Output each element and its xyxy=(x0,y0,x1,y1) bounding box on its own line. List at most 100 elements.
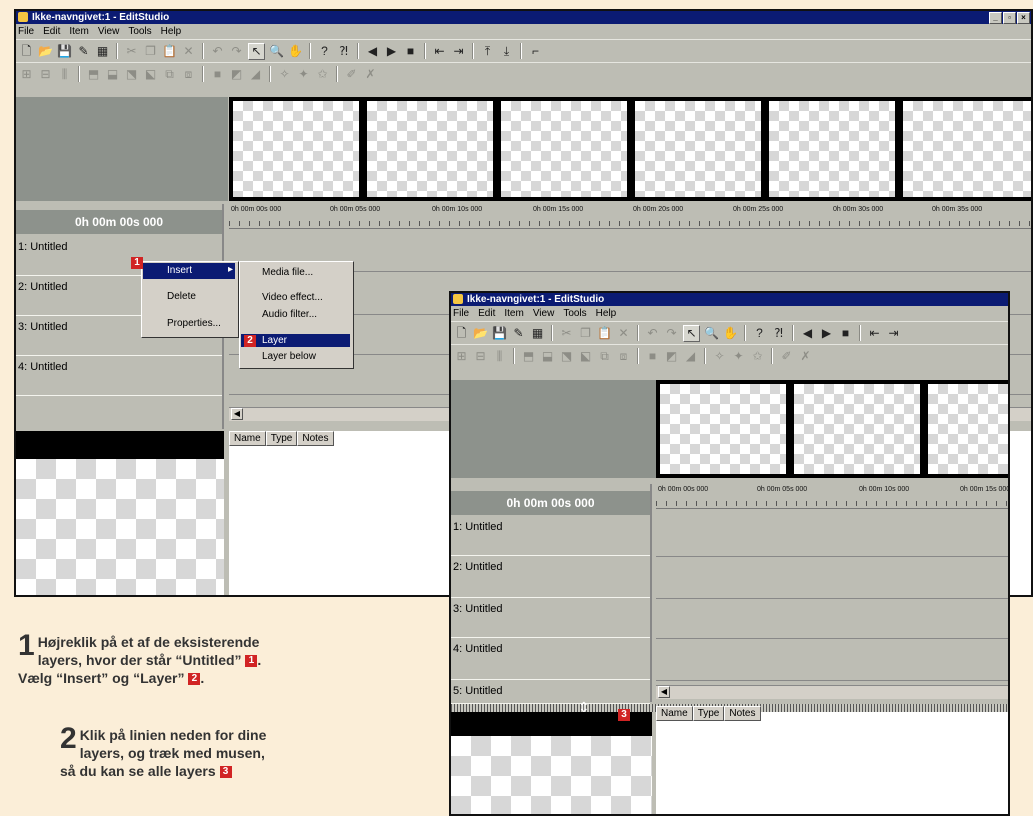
close-button[interactable]: × xyxy=(1017,12,1030,24)
column-name[interactable]: Name xyxy=(656,706,693,721)
menu-edit[interactable]: Edit xyxy=(43,24,60,39)
paste-icon[interactable]: 📋 xyxy=(162,44,177,59)
ungroup-icon[interactable]: ⧈ xyxy=(616,349,631,364)
film-icon[interactable]: ▦ xyxy=(95,44,110,59)
menu-help[interactable]: Help xyxy=(596,306,617,321)
layer-bottom-icon[interactable]: ⬕ xyxy=(143,67,158,82)
layer-down-icon[interactable]: ⬓ xyxy=(105,67,120,82)
hand-icon[interactable]: ✋ xyxy=(723,326,738,341)
cut-icon[interactable]: ✂ xyxy=(559,326,574,341)
inset-time-ruler[interactable]: 0h 00m 00s 000 0h 00m 05s 000 0h 00m 10s… xyxy=(656,484,1008,509)
context-help-icon[interactable]: ⁈ xyxy=(771,326,786,341)
hand-icon[interactable]: ✋ xyxy=(288,44,303,59)
text-icon[interactable]: ✐ xyxy=(779,349,794,364)
play-backward-icon[interactable]: ◀ xyxy=(800,326,815,341)
undo-icon[interactable]: ↶ xyxy=(210,44,225,59)
layer-row[interactable]: 5: Untitled xyxy=(451,680,650,704)
menu-help[interactable]: Help xyxy=(161,24,182,39)
zoom-icon[interactable]: 🔍 xyxy=(704,326,719,341)
time-ruler[interactable]: 0h 00m 00s 000 0h 00m 05s 000 0h 00m 10s… xyxy=(229,204,1031,229)
menu-file[interactable]: File xyxy=(18,24,34,39)
redo-icon[interactable]: ↷ xyxy=(664,326,679,341)
ungroup-icon[interactable]: ⧈ xyxy=(181,67,196,82)
shadow-icon[interactable]: ◩ xyxy=(229,67,244,82)
frame-thumbnail[interactable] xyxy=(765,97,899,201)
film-icon[interactable]: ▦ xyxy=(530,326,545,341)
menu-view[interactable]: View xyxy=(98,24,120,39)
stop-icon[interactable]: ■ xyxy=(403,44,418,59)
mark-in-icon[interactable]: ⇤ xyxy=(867,326,882,341)
frame-thumbnail[interactable] xyxy=(631,97,765,201)
remove-icon[interactable]: ✗ xyxy=(798,349,813,364)
effect-icon[interactable]: ✩ xyxy=(315,67,330,82)
frame-thumbnail[interactable] xyxy=(790,380,924,478)
save-icon[interactable]: 💾 xyxy=(492,326,507,341)
import-icon[interactable]: ✎ xyxy=(76,44,91,59)
help-icon[interactable]: ? xyxy=(752,326,767,341)
frame-thumbnail[interactable] xyxy=(363,97,497,201)
frame-thumbnail[interactable] xyxy=(924,380,1008,478)
clip-start-icon[interactable]: ⤒ xyxy=(480,44,495,59)
distribute-icon[interactable]: ⫼ xyxy=(57,67,72,82)
new-file-icon[interactable]: 🗋 xyxy=(454,326,469,341)
distribute-icon[interactable]: ⫼ xyxy=(492,349,507,364)
timeline-scrollbar[interactable] xyxy=(656,685,1008,699)
panel-splitter[interactable] xyxy=(650,484,652,702)
maximize-button[interactable]: ▫ xyxy=(1003,12,1016,24)
effect-icon[interactable]: ✩ xyxy=(750,349,765,364)
layer-bottom-icon[interactable]: ⬕ xyxy=(578,349,593,364)
open-folder-icon[interactable]: 📂 xyxy=(473,326,488,341)
play-icon[interactable]: ▶ xyxy=(384,44,399,59)
menu-item-media-file[interactable]: Media file... xyxy=(262,267,313,278)
open-folder-icon[interactable]: 📂 xyxy=(38,44,53,59)
remove-icon[interactable]: ✗ xyxy=(363,67,378,82)
save-icon[interactable]: 💾 xyxy=(57,44,72,59)
minimize-button[interactable]: _ xyxy=(989,12,1002,24)
menu-item[interactable]: Item xyxy=(69,24,88,39)
frame-thumbnail[interactable] xyxy=(497,97,631,201)
column-type[interactable]: Type xyxy=(692,706,725,721)
column-notes[interactable]: Notes xyxy=(724,706,761,721)
align-icon[interactable]: ⊞ xyxy=(454,349,469,364)
fill-icon[interactable]: ■ xyxy=(210,67,225,82)
menu-tools[interactable]: Tools xyxy=(563,306,586,321)
group-icon[interactable]: ⧉ xyxy=(162,67,177,82)
delete-icon[interactable]: ✕ xyxy=(181,44,196,59)
play-backward-icon[interactable]: ◀ xyxy=(365,44,380,59)
layer-row[interactable]: 1: Untitled xyxy=(451,516,650,556)
layer-row[interactable]: 4: Untitled xyxy=(16,356,222,396)
import-icon[interactable]: ✎ xyxy=(511,326,526,341)
context-help-icon[interactable]: ⁈ xyxy=(336,44,351,59)
mark-in-icon[interactable]: ⇤ xyxy=(432,44,447,59)
clip-end-icon[interactable]: ⤓ xyxy=(499,44,514,59)
frame-thumbnail[interactable] xyxy=(229,97,363,201)
menu-item-video-effect[interactable]: Video effect... xyxy=(262,292,323,303)
menu-view[interactable]: View xyxy=(533,306,555,321)
group-icon[interactable]: ⧉ xyxy=(597,349,612,364)
text-icon[interactable]: ✐ xyxy=(344,67,359,82)
menu-edit[interactable]: Edit xyxy=(478,306,495,321)
layer-top-icon[interactable]: ⬔ xyxy=(559,349,574,364)
shadow-icon[interactable]: ◩ xyxy=(664,349,679,364)
align-icon[interactable]: ⊞ xyxy=(19,67,34,82)
menu-item-layer-below[interactable]: Layer below xyxy=(262,351,316,362)
undo-icon[interactable]: ↶ xyxy=(645,326,660,341)
column-notes[interactable]: Notes xyxy=(297,431,334,446)
menu-item-insert[interactable]: Insert ▸ xyxy=(143,263,235,279)
delete-icon[interactable]: ✕ xyxy=(616,326,631,341)
paste-icon[interactable]: 📋 xyxy=(597,326,612,341)
layer-top-icon[interactable]: ⬔ xyxy=(124,67,139,82)
shape-icon[interactable]: ◢ xyxy=(248,67,263,82)
stop-icon[interactable]: ■ xyxy=(838,326,853,341)
new-file-icon[interactable]: 🗋 xyxy=(19,44,34,59)
help-icon[interactable]: ? xyxy=(317,44,332,59)
menu-item-layer[interactable]: Layer xyxy=(241,334,350,347)
layer-down-icon[interactable]: ⬓ xyxy=(540,349,555,364)
pointer-icon[interactable]: ↖ xyxy=(248,42,265,60)
align-icon[interactable]: ⊟ xyxy=(38,67,53,82)
menu-item-properties[interactable]: Properties... xyxy=(167,318,221,329)
scroll-left-icon[interactable]: ◀ xyxy=(231,408,243,420)
redo-icon[interactable]: ↷ xyxy=(229,44,244,59)
play-icon[interactable]: ▶ xyxy=(819,326,834,341)
effect-icon[interactable]: ✧ xyxy=(277,67,292,82)
